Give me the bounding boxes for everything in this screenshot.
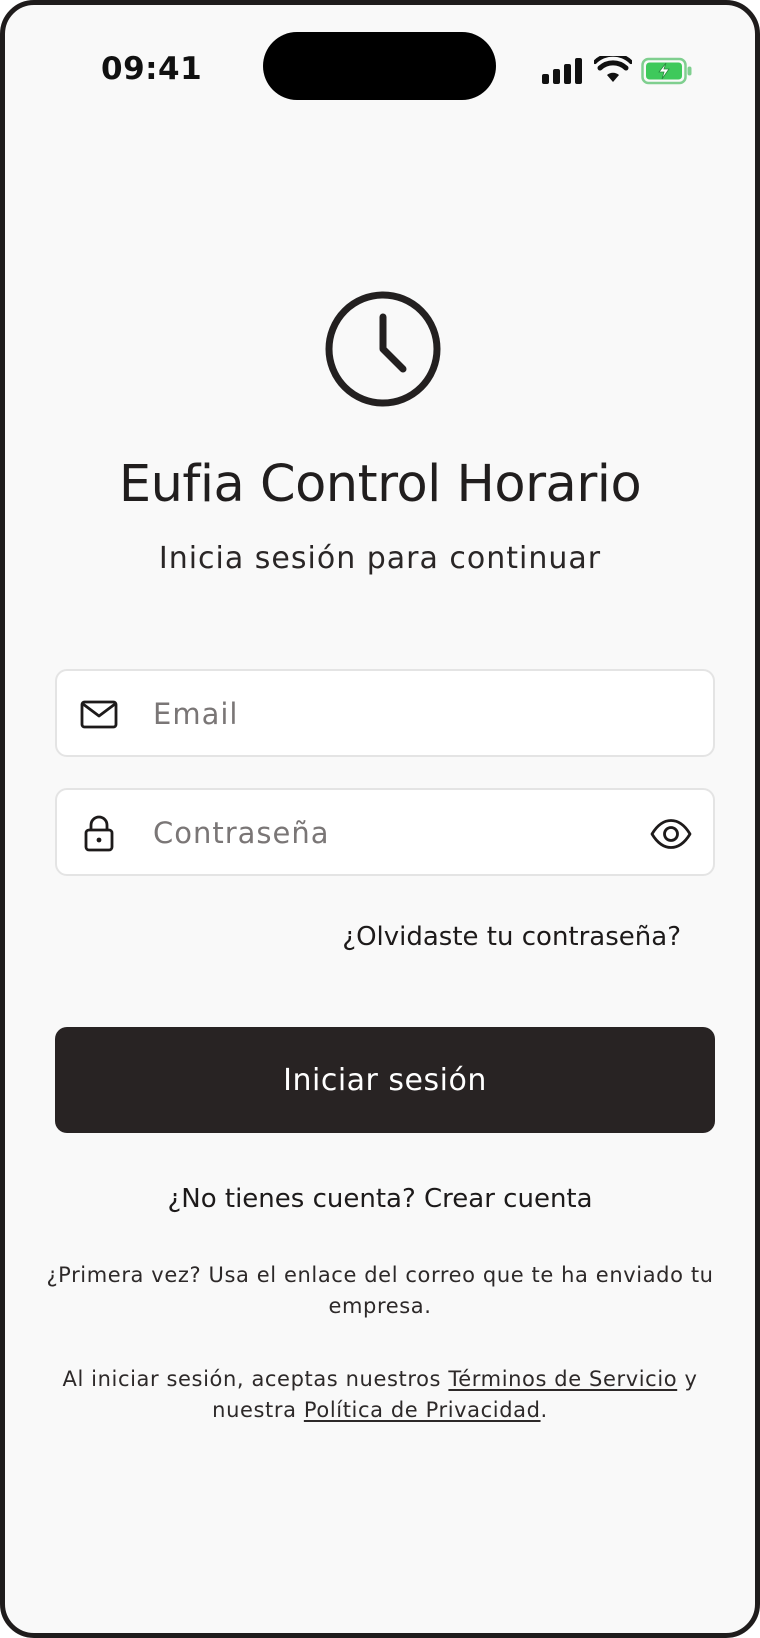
email-field[interactable] (55, 669, 715, 757)
signup-prompt: ¿No tienes cuenta? (167, 1184, 416, 1214)
clock-icon (325, 291, 441, 407)
dynamic-island (263, 32, 496, 100)
legal-notice: Al iniciar sesión, aceptas nuestros Térm… (45, 1364, 715, 1426)
battery-charging-icon (641, 57, 692, 85)
eye-icon (650, 819, 692, 849)
phone-frame: 09:41 Eufia Control Horario Inicia sesió… (0, 0, 760, 1638)
envelope-icon (80, 700, 118, 729)
email-input[interactable] (153, 689, 613, 739)
wifi-icon (594, 56, 632, 82)
show-password-button[interactable] (649, 812, 693, 856)
first-time-note: ¿Primera vez? Usa el enlace del correo q… (46, 1263, 714, 1318)
create-account-link[interactable]: Crear cuenta (424, 1184, 593, 1214)
status-time: 09:41 (101, 51, 203, 87)
login-button[interactable]: Iniciar sesión (55, 1027, 715, 1133)
lock-icon (84, 815, 114, 852)
privacy-link[interactable]: Política de Privacidad (304, 1398, 541, 1422)
app-title: Eufia Control Horario (118, 455, 642, 514)
cellular-signal-icon (542, 58, 582, 84)
status-bar: 09:41 (5, 5, 755, 125)
app-subtitle: Inicia sesión para continuar (158, 541, 602, 576)
password-field[interactable] (55, 788, 715, 876)
legal-prefix: Al iniciar sesión, aceptas nuestros (62, 1367, 442, 1391)
terms-link[interactable]: Términos de Servicio (448, 1367, 677, 1391)
signup-row: ¿No tienes cuenta? Crear cuenta (5, 1184, 755, 1214)
password-input[interactable] (153, 808, 613, 858)
legal-suffix: . (540, 1398, 548, 1422)
forgot-password-link[interactable]: ¿Olvidaste tu contraseña? (342, 922, 681, 952)
